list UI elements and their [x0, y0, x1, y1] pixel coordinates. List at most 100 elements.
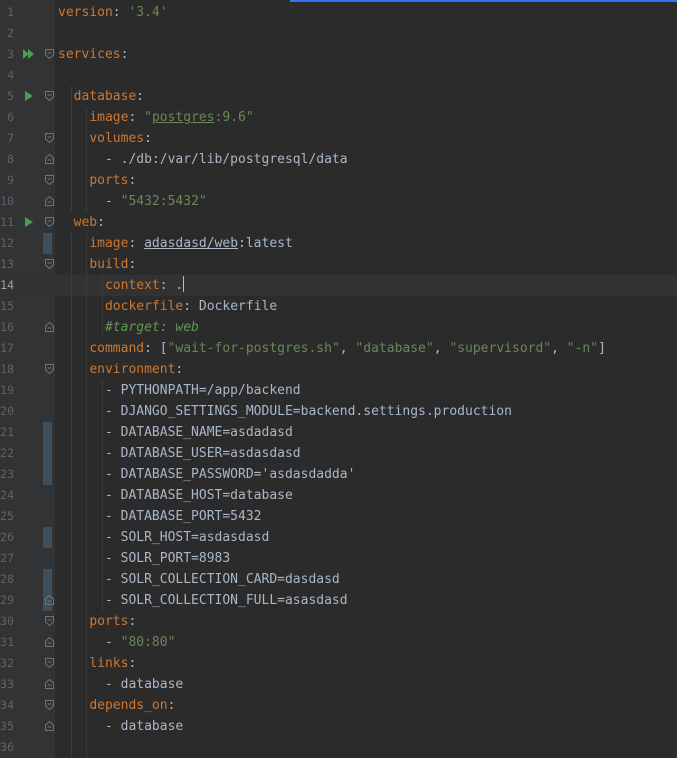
code-line[interactable]: 15 dockerfile: Dockerfile — [0, 296, 677, 317]
line-number[interactable]: 14 — [0, 277, 14, 294]
code-line[interactable]: 12 image: adasdasd/web:latest — [0, 233, 677, 254]
line-number[interactable]: 35 — [0, 718, 14, 735]
line-number[interactable]: 5 — [0, 88, 14, 105]
code-line[interactable]: 21 - DATABASE_NAME=asdadasd — [0, 422, 677, 443]
code-text[interactable]: - DATABASE_PORT=5432 — [58, 506, 262, 527]
code-line[interactable]: 8 - ./db:/var/lib/postgresql/data — [0, 149, 677, 170]
code-text[interactable]: context: . — [58, 275, 185, 296]
change-marker[interactable] — [43, 443, 52, 464]
code-line[interactable]: 24 - DATABASE_HOST=database — [0, 485, 677, 506]
line-number[interactable]: 16 — [0, 319, 14, 336]
line-number[interactable]: 30 — [0, 613, 14, 630]
line-number[interactable]: 19 — [0, 382, 14, 399]
code-text[interactable]: - DATABASE_NAME=asdadasd — [58, 422, 293, 443]
code-text[interactable]: image: "postgres:9.6" — [58, 107, 253, 128]
line-number[interactable]: 7 — [0, 130, 14, 147]
code-text[interactable]: - "5432:5432" — [58, 191, 207, 212]
fold-icon[interactable] — [45, 175, 54, 185]
code-line[interactable]: 16 #target: web — [0, 317, 677, 338]
line-number[interactable]: 21 — [0, 424, 14, 441]
line-number[interactable]: 27 — [0, 550, 14, 567]
code-line[interactable]: 9 ports: — [0, 170, 677, 191]
code-line[interactable]: 19 - PYTHONPATH=/app/backend — [0, 380, 677, 401]
code-text[interactable]: ports: — [58, 170, 136, 191]
code-line[interactable]: 1 version: '3.4' — [0, 2, 677, 23]
fold-end-icon[interactable] — [45, 637, 54, 647]
fold-end-icon[interactable] — [45, 322, 54, 332]
code-text[interactable]: - SOLR_COLLECTION_FULL=asasdasd — [58, 590, 348, 611]
line-number[interactable]: 18 — [0, 361, 14, 378]
code-text[interactable]: #target: web — [58, 317, 199, 338]
code-line[interactable]: 27 - SOLR_PORT=8983 — [0, 548, 677, 569]
change-marker[interactable] — [43, 569, 52, 590]
line-number[interactable]: 23 — [0, 466, 14, 483]
line-number[interactable]: 20 — [0, 403, 14, 420]
code-text[interactable]: image: adasdasd/web:latest — [58, 233, 293, 254]
line-number[interactable]: 28 — [0, 571, 14, 588]
fold-icon[interactable] — [45, 259, 54, 269]
code-text[interactable]: volumes: — [58, 128, 152, 149]
line-number[interactable]: 33 — [0, 676, 14, 693]
code-line[interactable]: 35 - database — [0, 716, 677, 737]
code-line[interactable]: 34 depends_on: — [0, 695, 677, 716]
code-line[interactable]: 30 ports: — [0, 611, 677, 632]
line-number[interactable]: 24 — [0, 487, 14, 504]
line-number[interactable]: 36 — [0, 739, 14, 756]
line-number[interactable]: 29 — [0, 592, 14, 609]
code-text[interactable]: - DATABASE_HOST=database — [58, 485, 293, 506]
code-text[interactable]: version: '3.4' — [58, 2, 168, 23]
line-number[interactable]: 12 — [0, 235, 14, 252]
code-text[interactable]: - PYTHONPATH=/app/backend — [58, 380, 301, 401]
code-line[interactable]: 32 links: — [0, 653, 677, 674]
fold-end-icon[interactable] — [45, 721, 54, 731]
code-line[interactable]: 10 - "5432:5432" — [0, 191, 677, 212]
code-text[interactable]: command: ["wait-for-postgres.sh", "datab… — [58, 338, 606, 359]
code-text[interactable]: - DATABASE_USER=asdasdasd — [58, 443, 301, 464]
code-text[interactable]: environment: — [58, 359, 183, 380]
code-text[interactable]: web: — [58, 212, 105, 233]
code-text[interactable]: - SOLR_HOST=asdasdasd — [58, 527, 269, 548]
code-editor[interactable]: 1 version: '3.4' 2 3 services: 4 5 database: 6 … — [0, 0, 677, 758]
fold-icon[interactable] — [45, 658, 54, 668]
change-marker[interactable] — [43, 233, 52, 254]
code-line[interactable]: 22 - DATABASE_USER=asdasdasd — [0, 443, 677, 464]
line-number[interactable]: 34 — [0, 697, 14, 714]
code-text[interactable]: - database — [58, 674, 183, 695]
line-number[interactable]: 3 — [0, 46, 14, 63]
code-line[interactable]: 11 web: — [0, 212, 677, 233]
fold-icon[interactable] — [45, 364, 54, 374]
line-number[interactable]: 15 — [0, 298, 14, 315]
code-text[interactable]: - "80:80" — [58, 632, 175, 653]
line-number[interactable]: 32 — [0, 655, 14, 672]
line-number[interactable]: 6 — [0, 109, 14, 126]
fold-icon[interactable] — [45, 91, 54, 101]
code-line[interactable]: 4 — [0, 65, 677, 86]
fold-end-icon[interactable] — [45, 595, 54, 605]
line-number[interactable]: 2 — [0, 25, 14, 42]
line-number[interactable]: 11 — [0, 214, 14, 231]
code-text[interactable]: ports: — [58, 611, 136, 632]
code-text[interactable]: - ./db:/var/lib/postgresql/data — [58, 149, 348, 170]
code-text[interactable]: - database — [58, 716, 183, 737]
code-line[interactable]: 23 - DATABASE_PASSWORD='asdasdadda' — [0, 464, 677, 485]
line-number[interactable]: 13 — [0, 256, 14, 273]
line-number[interactable]: 8 — [0, 151, 14, 168]
fold-icon[interactable] — [45, 133, 54, 143]
fold-end-icon[interactable] — [45, 196, 54, 206]
fold-icon[interactable] — [45, 49, 54, 59]
code-line[interactable]: 25 - DATABASE_PORT=5432 — [0, 506, 677, 527]
change-marker[interactable] — [43, 527, 52, 548]
change-marker[interactable] — [43, 464, 52, 485]
code-line[interactable]: 2 — [0, 23, 677, 44]
line-number[interactable]: 31 — [0, 634, 14, 651]
run-all-services-icon[interactable] — [22, 47, 36, 61]
fold-icon[interactable] — [45, 616, 54, 626]
code-text[interactable]: - SOLR_PORT=8983 — [58, 548, 230, 569]
code-line[interactable]: 14 context: . — [0, 275, 677, 296]
code-line[interactable]: 7 volumes: — [0, 128, 677, 149]
fold-end-icon[interactable] — [45, 679, 54, 689]
code-text[interactable]: build: — [58, 254, 136, 275]
code-line[interactable]: 20 - DJANGO_SETTINGS_MODULE=backend.sett… — [0, 401, 677, 422]
code-line[interactable]: 29 - SOLR_COLLECTION_FULL=asasdasd — [0, 590, 677, 611]
code-text[interactable]: - DJANGO_SETTINGS_MODULE=backend.setting… — [58, 401, 512, 422]
